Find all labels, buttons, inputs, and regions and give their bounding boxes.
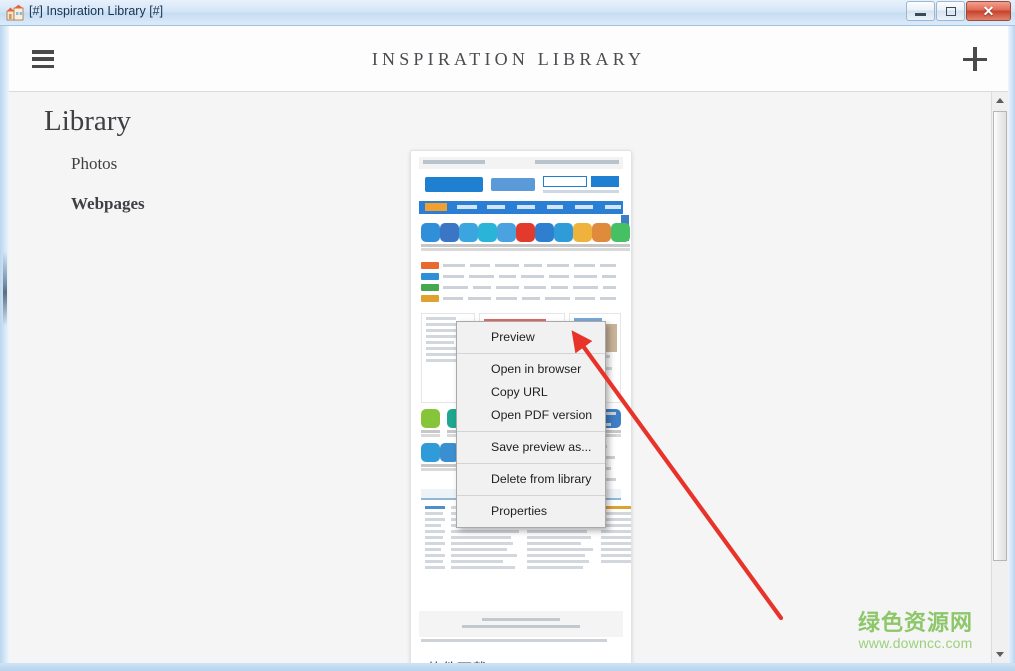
menu-item-open-pdf-version[interactable]: Open PDF version: [457, 404, 605, 427]
watermark: 绿色资源网 www.downcc.com: [858, 612, 973, 651]
menu-separator: [457, 463, 605, 464]
scroll-up-button[interactable]: [992, 92, 1008, 109]
minimize-button[interactable]: [906, 1, 935, 21]
menu-separator: [457, 353, 605, 354]
menu-item-copy-url[interactable]: Copy URL: [457, 381, 605, 404]
close-button[interactable]: ✕: [966, 1, 1011, 21]
sidebar-item-photos[interactable]: Photos: [71, 154, 117, 174]
maximize-icon: [945, 6, 956, 16]
sidebar-heading: Library: [44, 105, 131, 137]
vertical-scrollbar[interactable]: [991, 92, 1008, 663]
menu-item-save-preview-as[interactable]: Save preview as...: [457, 436, 605, 459]
menu-item-delete-from-library[interactable]: Delete from library: [457, 468, 605, 491]
content-area: Library Photos Webpages Preview Open in …: [9, 92, 991, 663]
context-menu[interactable]: Preview Open in browser Copy URL Open PD…: [456, 321, 606, 528]
minimize-icon: [915, 12, 926, 16]
card-caption: 软件下载: [411, 642, 631, 663]
house-app-icon: [6, 4, 24, 21]
window-controls: ✕: [906, 1, 1011, 21]
close-icon: ✕: [982, 3, 995, 19]
watermark-url: www.downcc.com: [858, 635, 973, 651]
maximize-button[interactable]: [936, 1, 965, 21]
scroll-up-arrow-icon: [996, 98, 1004, 103]
menu-separator: [457, 495, 605, 496]
window-title: [#] Inspiration Library [#]: [29, 4, 164, 18]
watermark-site-name: 绿色资源网: [857, 610, 973, 636]
client-area: INSPIRATION LIBRARY Library Photos Webpa…: [9, 26, 1008, 663]
scroll-down-arrow-icon: [996, 652, 1004, 657]
window-frame-right: [1008, 26, 1015, 671]
menu-item-properties[interactable]: Properties: [457, 500, 605, 523]
page-title: INSPIRATION LIBRARY: [371, 48, 646, 69]
window-frame-bottom: [0, 663, 1015, 671]
hamburger-menu-icon[interactable]: [32, 49, 54, 69]
menu-item-open-in-browser[interactable]: Open in browser: [457, 358, 605, 381]
plus-icon[interactable]: [963, 47, 987, 71]
window-frame-left: [0, 26, 9, 671]
menu-item-preview[interactable]: Preview: [457, 326, 605, 349]
window-titlebar[interactable]: [#] Inspiration Library [#] ✕: [0, 0, 1015, 26]
app-header: INSPIRATION LIBRARY: [9, 26, 1008, 92]
scroll-thumb[interactable]: [993, 111, 1007, 561]
scroll-down-button[interactable]: [992, 646, 1008, 663]
sidebar-item-webpages[interactable]: Webpages: [71, 194, 145, 214]
app-window: [#] Inspiration Library [#] ✕ INSPIRATIO…: [0, 0, 1015, 671]
menu-separator: [457, 431, 605, 432]
